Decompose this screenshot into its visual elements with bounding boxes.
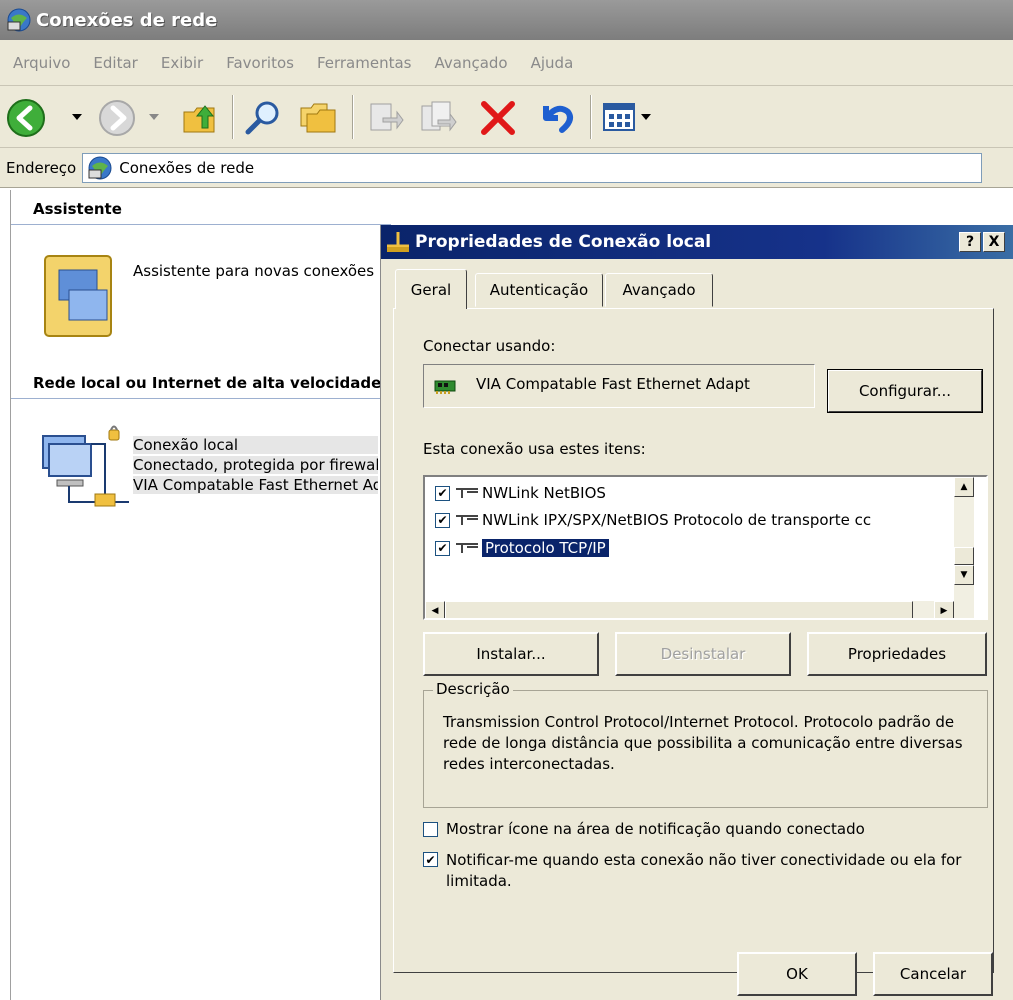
menu-exibir[interactable]: Exibir [161, 54, 203, 72]
adapter-field: VIA Compatable Fast Ethernet Adapt [423, 364, 815, 408]
scroll-up-icon[interactable]: ▲ [954, 477, 974, 497]
network-card-icon [434, 380, 456, 394]
show-icon-label: Mostrar ícone na área de notificação qua… [446, 820, 865, 838]
address-label: Endereço [6, 158, 77, 177]
network-connections-icon [88, 156, 112, 179]
vertical-scroll-thumb[interactable] [954, 547, 974, 565]
items-list[interactable]: ✔ NWLink NetBIOS ✔ NWLink IPX/SPX/NetBIO… [423, 475, 988, 620]
delete-icon[interactable] [478, 98, 518, 138]
item-checkbox[interactable]: ✔ [435, 512, 450, 528]
scroll-left-icon[interactable]: ◀ [425, 601, 445, 618]
toolbar-separator [590, 95, 592, 139]
notify-checkbox[interactable]: ✔ [423, 852, 438, 867]
toolbar-separator [352, 95, 354, 139]
vertical-scrollbar[interactable]: ▲ ▼ [954, 477, 974, 601]
connect-using-label: Conectar usando: [423, 337, 556, 355]
help-button[interactable]: ? [959, 232, 981, 252]
back-dropdown-icon[interactable] [72, 114, 82, 122]
ok-button[interactable]: OK [737, 952, 857, 996]
section-title-lan: Rede local ou Internet de alta velocidad… [33, 374, 382, 392]
folders-icon[interactable] [297, 98, 341, 138]
toolbar-separator [232, 95, 234, 139]
items-label: Esta conexão usa estes itens: [423, 440, 646, 458]
item-label-selected: Protocolo TCP/IP [482, 539, 609, 557]
dialog-title-bar[interactable]: Propriedades de Conexão local ? X [381, 225, 1013, 259]
address-input[interactable]: Conexões de rede [82, 152, 983, 183]
list-item-tcp-ip[interactable]: ✔ Protocolo TCP/IP [435, 535, 609, 561]
new-connection-wizard-label[interactable]: Assistente para novas conexões [133, 262, 378, 280]
uninstall-button[interactable]: Desinstalar [615, 632, 791, 676]
up-folder-icon[interactable] [180, 98, 220, 138]
menu-editar[interactable]: Editar [93, 54, 137, 72]
search-icon[interactable] [243, 98, 283, 138]
tab-geral[interactable]: Geral [395, 269, 467, 309]
window-title-bar[interactable]: Conexões de rede [0, 0, 1013, 40]
network-adapter-icon [387, 232, 409, 252]
adapter-name: VIA Compatable Fast Ethernet Adapt [476, 375, 750, 393]
connection-status: Conectado, protegida por firewall [133, 456, 378, 474]
description-label: Descrição [433, 680, 513, 698]
show-icon-checkbox[interactable] [423, 822, 438, 837]
forward-dropdown-icon[interactable] [149, 114, 159, 122]
section-title-wizard: Assistente [33, 200, 122, 218]
notify-option[interactable]: ✔ Notificar-me quando esta conexão não t… [423, 850, 968, 892]
network-connections-icon [7, 8, 31, 32]
protocol-icon [456, 488, 478, 498]
connection-device: VIA Compatable Fast Ethernet Adapter [133, 476, 378, 494]
list-item-nwlink-netbios[interactable]: ✔ NWLink NetBIOS [435, 480, 606, 506]
tab-avancado[interactable]: Avançado [605, 273, 713, 307]
horizontal-scrollbar[interactable]: ◀ ▶ [425, 601, 974, 618]
tab-autenticacao[interactable]: Autenticação [475, 273, 603, 307]
menu-bar: Arquivo Editar Exibir Favoritos Ferramen… [0, 40, 1013, 86]
item-checkbox[interactable]: ✔ [435, 540, 450, 556]
menu-avancado[interactable]: Avançado [435, 54, 508, 72]
protocol-icon [456, 515, 478, 525]
item-label: NWLink NetBIOS [482, 484, 606, 502]
dialog-title: Propriedades de Conexão local [415, 232, 712, 252]
new-connection-wizard-icon[interactable] [39, 250, 119, 340]
connection-name[interactable]: Conexão local [133, 436, 378, 454]
window-title: Conexões de rede [36, 9, 218, 31]
section-divider [11, 224, 391, 225]
protocol-icon [456, 543, 478, 553]
undo-icon[interactable] [536, 98, 576, 138]
forward-icon[interactable] [97, 98, 137, 138]
item-checkbox[interactable]: ✔ [435, 485, 450, 501]
cancel-button[interactable]: Cancelar [873, 952, 993, 996]
move-to-icon[interactable] [365, 98, 405, 138]
views-dropdown-icon[interactable] [641, 114, 651, 122]
menu-ajuda[interactable]: Ajuda [531, 54, 574, 72]
address-bar: Endereço Conexões de rede [0, 148, 1013, 188]
address-value: Conexões de rede [119, 158, 255, 177]
configure-button[interactable]: Configurar... [827, 369, 983, 413]
copy-to-icon[interactable] [418, 98, 458, 138]
menu-arquivo[interactable]: Arquivo [13, 54, 70, 72]
properties-button[interactable]: Propriedades [807, 632, 987, 676]
notify-label: Notificar-me quando esta conexão não tiv… [446, 851, 962, 890]
back-icon[interactable] [6, 98, 46, 138]
item-label: NWLink IPX/SPX/NetBIOS Protocolo de tran… [482, 511, 872, 529]
views-icon[interactable] [602, 100, 636, 134]
description-text: Transmission Control Protocol/Internet P… [443, 713, 963, 773]
menu-ferramentas[interactable]: Ferramentas [317, 54, 412, 72]
scroll-down-icon[interactable]: ▼ [954, 565, 974, 585]
menu-favoritos[interactable]: Favoritos [226, 54, 294, 72]
properties-dialog: Propriedades de Conexão local ? X Geral … [380, 225, 1013, 1000]
toolbar [0, 86, 1013, 148]
close-button[interactable]: X [983, 232, 1005, 252]
horizontal-scroll-thumb[interactable] [445, 601, 913, 618]
show-icon-option[interactable]: Mostrar ícone na área de notificação qua… [423, 820, 865, 838]
section-divider [11, 398, 391, 399]
list-item-nwlink-ipx[interactable]: ✔ NWLink IPX/SPX/NetBIOS Protocolo de tr… [435, 507, 871, 533]
scroll-right-icon[interactable]: ▶ [934, 601, 954, 618]
local-connection-icon[interactable] [39, 424, 135, 514]
install-button[interactable]: Instalar... [423, 632, 599, 676]
